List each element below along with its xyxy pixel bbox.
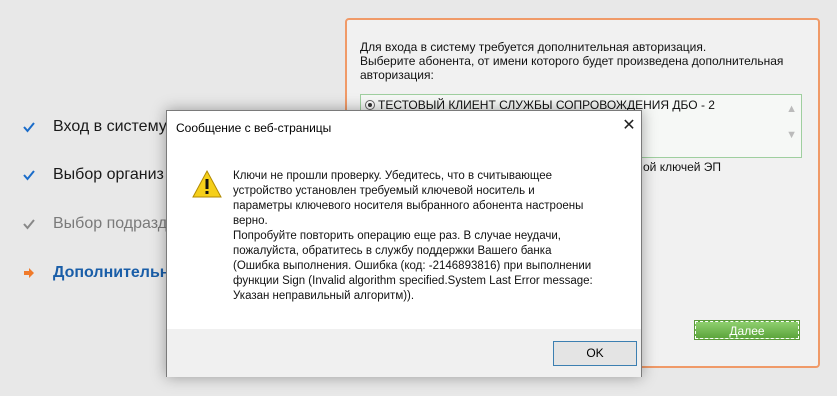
step-login: Вход в системуВ (22, 118, 177, 136)
check-icon (22, 120, 36, 134)
step-additional: Дополнительн (22, 264, 169, 282)
chevron-up-icon[interactable]: ▲ (786, 103, 797, 115)
dialog-footer: OK (167, 329, 641, 377)
dialog-title: Сообщение с веб-страницы (176, 121, 332, 135)
check-icon (22, 168, 36, 182)
next-button[interactable]: Далее (694, 320, 800, 340)
auth-message: Для входа в систему требуется дополнител… (360, 40, 784, 82)
warning-icon (191, 169, 223, 199)
step-organization: Выбор организ (22, 166, 164, 184)
radio-icon[interactable] (365, 100, 375, 110)
step-label: Вход в системуВ (53, 118, 178, 135)
message-dialog: Сообщение с веб-страницы ✕ Ключи не прош… (166, 110, 642, 377)
close-icon[interactable]: ✕ (619, 116, 639, 136)
dialog-message: Ключи не прошли проверку. Убедитесь, что… (233, 170, 593, 302)
step-subdivision: Выбор подразд (22, 215, 167, 233)
step-label: Выбор подразд (53, 215, 168, 232)
ok-button[interactable]: OK (553, 341, 637, 366)
check-icon (22, 217, 36, 231)
keys-label: ой ключей ЭП (643, 160, 722, 174)
chevron-down-icon[interactable]: ▼ (786, 129, 797, 141)
step-label: Выбор организ (53, 166, 164, 183)
arrow-right-icon (22, 266, 36, 280)
step-label: Дополнительн (53, 264, 170, 281)
